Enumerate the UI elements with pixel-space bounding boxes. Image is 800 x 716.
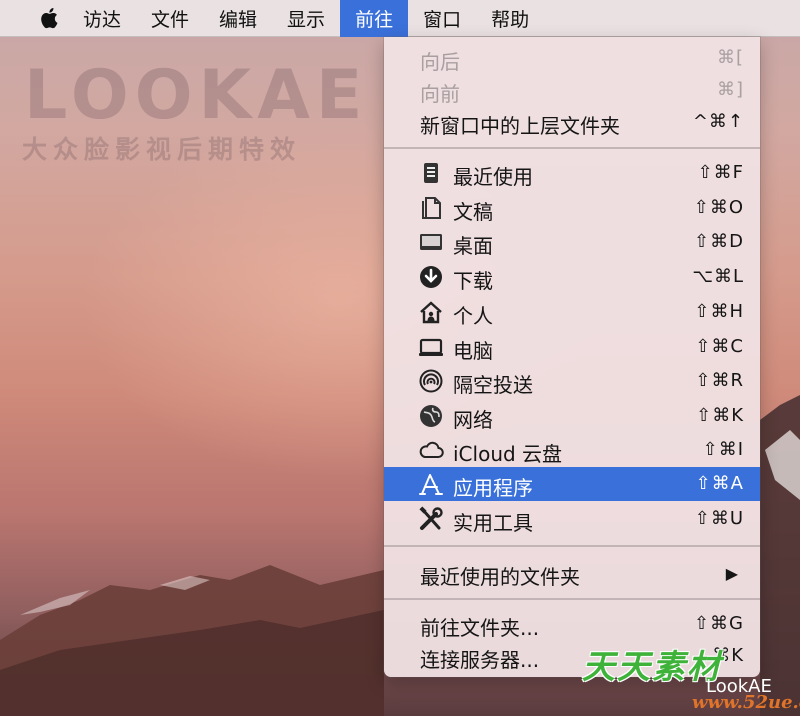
go-dropdown-menu: 向后 ⌘[ 向前 ⌘] 新窗口中的上层文件夹 ^⌘↑ 最近使用 ⇧⌘F 文稿 ⇧… <box>384 37 760 677</box>
applications-icon <box>418 471 444 497</box>
menu-separator <box>384 598 760 600</box>
menu-item-label: 向后 <box>420 50 460 74</box>
menu-item-shortcut: ⌘[ <box>716 47 744 68</box>
home-icon <box>418 299 444 325</box>
menu-item-label: 隔空投送 <box>453 373 533 397</box>
menu-item-airdrop[interactable]: 隔空投送 ⇧⌘R <box>384 364 760 398</box>
menu-item-label: iCloud 云盘 <box>453 442 563 466</box>
submenu-arrow-icon: ▶ <box>725 564 738 583</box>
menu-item-enclosing-folder[interactable]: 新窗口中的上层文件夹 ^⌘↑ <box>384 105 760 139</box>
menubar-file[interactable]: 文件 <box>136 0 204 37</box>
menu-separator <box>384 147 760 149</box>
recents-icon <box>418 160 444 186</box>
menu-item-label: 下载 <box>453 269 493 293</box>
network-icon <box>418 403 444 429</box>
menu-item-shortcut: ⇧⌘I <box>702 439 744 460</box>
computer-icon <box>418 334 444 360</box>
menu-item-shortcut: ⇧⌘D <box>694 231 744 252</box>
menu-item-shortcut: ⇧⌘O <box>693 197 744 218</box>
menubar-view[interactable]: 显示 <box>272 0 340 37</box>
menu-item-label: 连接服务器... <box>420 648 540 672</box>
menu-item-label: 网络 <box>453 408 493 432</box>
menu-item-documents[interactable]: 文稿 ⇧⌘O <box>384 191 760 225</box>
menu-item-go-to-folder[interactable]: 前往文件夹... ⇧⌘G <box>384 607 760 641</box>
menu-item-home[interactable]: 个人 ⇧⌘H <box>384 295 760 329</box>
airdrop-icon <box>418 368 444 394</box>
menu-item-applications[interactable]: 应用程序 ⇧⌘A <box>384 467 760 501</box>
menu-item-forward: 向前 ⌘] <box>384 73 760 107</box>
menu-item-downloads[interactable]: 下载 ⌥⌘L <box>384 260 760 294</box>
icloud-icon <box>418 437 444 463</box>
menu-item-shortcut: ⌥⌘L <box>692 266 744 287</box>
menu-item-shortcut: ⇧⌘G <box>693 613 744 634</box>
menu-item-shortcut: ⇧⌘R <box>695 370 744 391</box>
documents-icon <box>418 195 444 221</box>
menu-item-recents[interactable]: 最近使用 ⇧⌘F <box>384 156 760 190</box>
menu-item-label: 桌面 <box>453 234 493 258</box>
menubar-edit[interactable]: 编辑 <box>204 0 272 37</box>
apple-icon <box>41 8 58 29</box>
menu-item-label: 实用工具 <box>453 511 533 535</box>
menu-item-network[interactable]: 网络 ⇧⌘K <box>384 399 760 433</box>
menubar-finder[interactable]: 访达 <box>68 0 136 37</box>
downloads-icon <box>418 264 444 290</box>
menubar-go[interactable]: 前往 <box>340 0 409 37</box>
menu-item-icloud-drive[interactable]: iCloud 云盘 ⇧⌘I <box>384 433 760 467</box>
watermark-logo: LOOKAE <box>24 56 369 135</box>
watermark-subtitle: 大众脸影视后期特效 <box>22 135 302 164</box>
menu-item-shortcut: ⇧⌘F <box>697 162 744 183</box>
menu-separator <box>384 545 760 547</box>
menu-bar: 访达 文件 编辑 显示 前往 窗口 帮助 <box>0 0 800 37</box>
menu-item-label: 最近使用的文件夹 <box>420 565 580 589</box>
menubar-help[interactable]: 帮助 <box>476 0 544 37</box>
utilities-icon <box>418 506 444 532</box>
menu-item-shortcut: ⇧⌘H <box>694 301 744 322</box>
menu-item-label: 应用程序 <box>453 476 533 500</box>
menu-item-shortcut: ⌘] <box>716 79 744 100</box>
menu-item-back: 向后 ⌘[ <box>384 41 760 75</box>
menu-item-computer[interactable]: 电脑 ⇧⌘C <box>384 330 760 364</box>
menu-item-shortcut: ^⌘↑ <box>692 111 744 132</box>
desktop-icon <box>418 229 444 255</box>
menu-item-label: 电脑 <box>453 339 493 363</box>
apple-menu-button[interactable] <box>30 0 68 37</box>
menu-item-desktop[interactable]: 桌面 ⇧⌘D <box>384 225 760 259</box>
menu-item-shortcut: ⇧⌘C <box>695 336 744 357</box>
menu-item-shortcut: ⇧⌘A <box>695 473 744 494</box>
watermark-stamp: 天天素材 <box>582 647 722 686</box>
menu-item-shortcut: ⇧⌘U <box>694 508 744 529</box>
watermark-url: www.52ue.cc <box>692 692 800 713</box>
menu-item-shortcut: ⇧⌘K <box>696 405 744 426</box>
menubar-window[interactable]: 窗口 <box>408 0 476 37</box>
menu-item-label: 最近使用 <box>453 165 533 189</box>
menu-item-recent-folders[interactable]: 最近使用的文件夹 ▶ <box>384 556 760 590</box>
menu-item-label: 文稿 <box>453 200 493 224</box>
menu-item-label: 新窗口中的上层文件夹 <box>420 114 620 138</box>
menu-item-utilities[interactable]: 实用工具 ⇧⌘U <box>384 502 760 536</box>
menu-item-label: 向前 <box>420 82 460 106</box>
menu-item-label: 前往文件夹... <box>420 616 540 640</box>
menu-item-label: 个人 <box>453 304 493 328</box>
